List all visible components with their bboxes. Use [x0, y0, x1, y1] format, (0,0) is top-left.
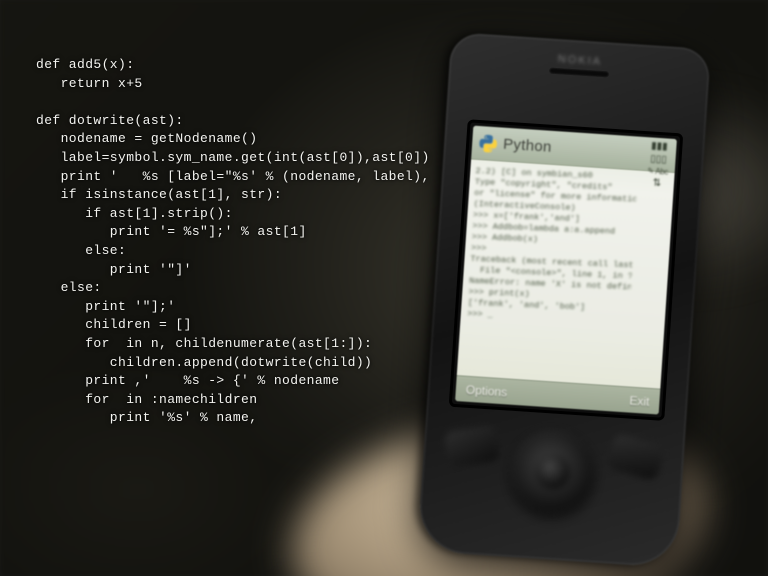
phone-keypad[interactable]	[443, 423, 661, 542]
dpad[interactable]	[508, 427, 597, 516]
input-mode-indicator: ✎ Abc	[647, 166, 668, 176]
status-bar: ▮▮▮ ▯▯▯ ✎ Abc ⇅	[639, 137, 677, 203]
phone-screen: Python ▮▮▮ ▯▯▯ ✎ Abc ⇅ 2.2) [C] on symbi…	[455, 126, 677, 415]
app-title: Python	[503, 136, 553, 156]
signal-icon: ▮▮▮	[651, 140, 668, 152]
python-console[interactable]: 2.2) [C] on symbian_s60 Type "copyright"…	[464, 166, 638, 382]
earpiece	[549, 68, 609, 78]
python-icon	[478, 132, 499, 153]
softkey-options[interactable]: Options	[465, 382, 507, 399]
battery-icon: ▯▯▯	[650, 153, 667, 165]
screen-bezel: Python ▮▮▮ ▯▯▯ ✎ Abc ⇅ 2.2) [C] on symbi…	[449, 119, 684, 421]
softkey-bar: Options Exit	[455, 375, 660, 414]
left-soft-button[interactable]	[444, 425, 501, 468]
right-soft-button[interactable]	[606, 433, 666, 482]
network-icon: ⇅	[652, 178, 661, 190]
nokia-phone: NOKIA Python ▮▮▮ ▯▯▯ ✎ Abc ⇅ 2.2) [C] on…	[417, 32, 711, 568]
softkey-exit[interactable]: Exit	[629, 393, 650, 408]
